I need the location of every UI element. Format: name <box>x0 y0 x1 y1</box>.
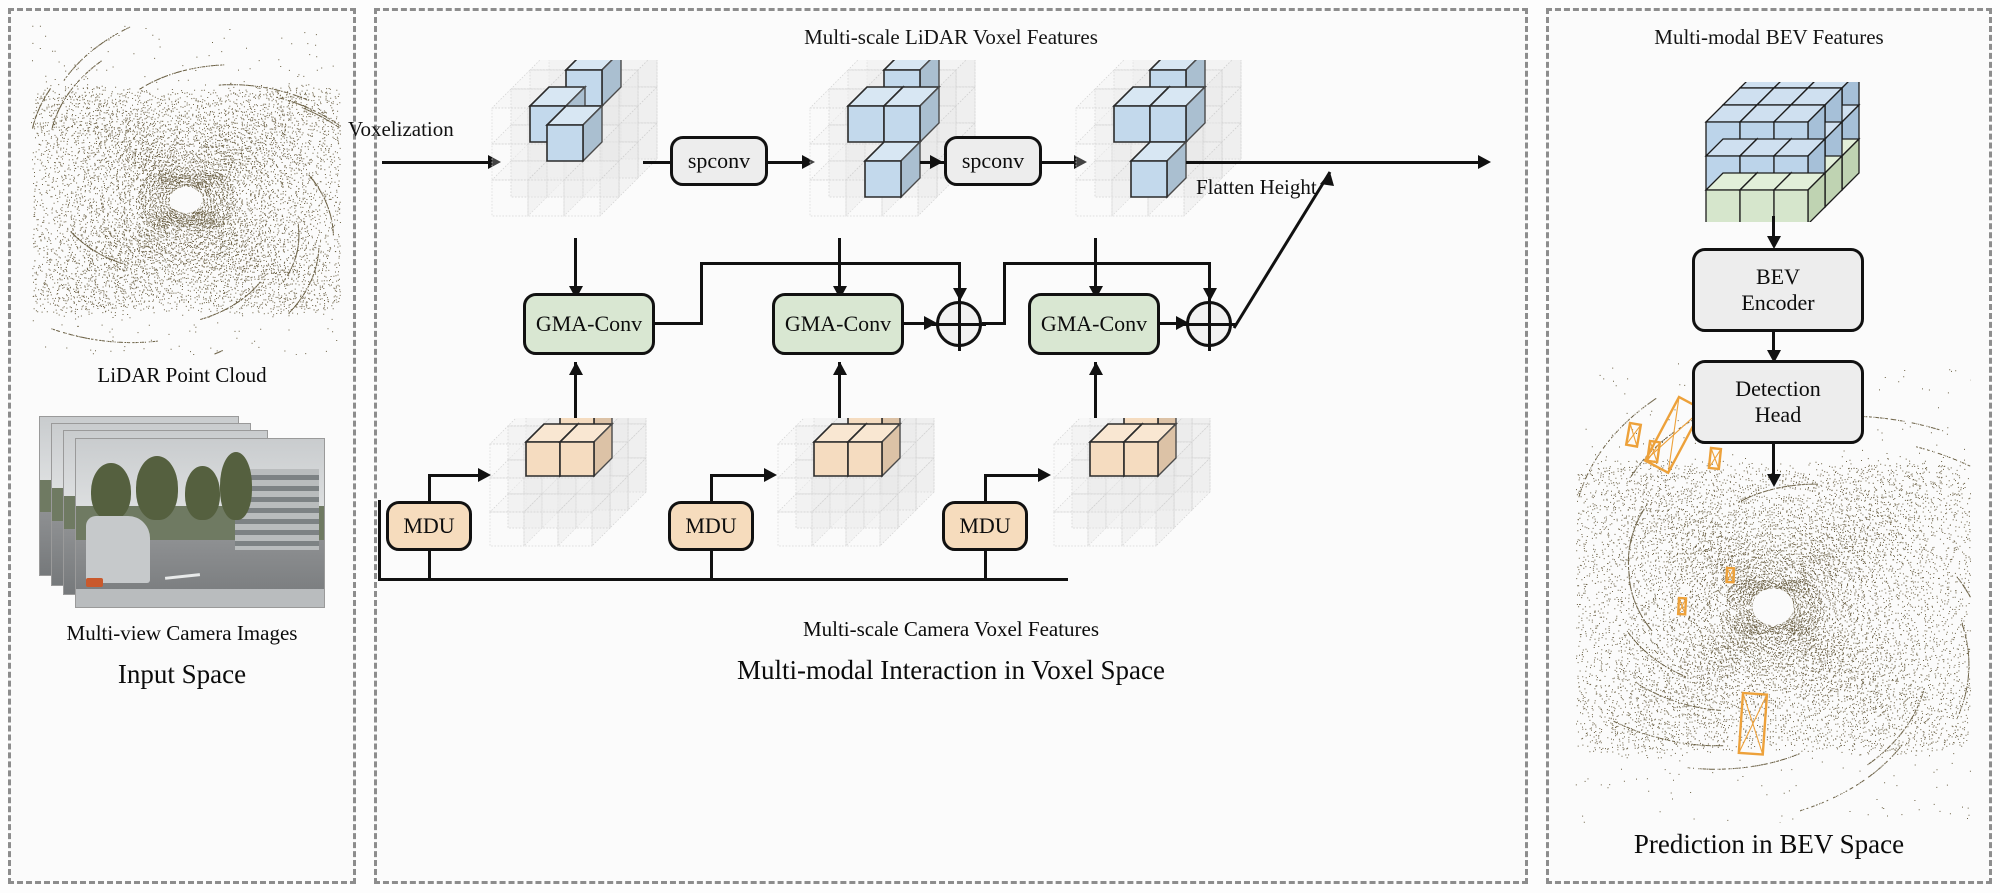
mdu-block-3[interactable]: MDU <box>942 501 1028 551</box>
diagram-canvas: LiDAR Point Cloud Multi-view Camera Imag… <box>0 0 2000 893</box>
camera-images-caption: Multi-view Camera Images <box>66 621 298 645</box>
bev-space-title: Prediction in BEV Space <box>1633 829 1905 859</box>
lidar-voxel-grid-stage3 <box>1075 60 1242 217</box>
gma1-riser <box>700 262 703 325</box>
camgrid2-to-gma2-arrowhead <box>833 362 847 375</box>
lidar-point-cloud-image <box>31 25 341 355</box>
mdu1-bus-drop <box>428 551 431 580</box>
spconv-block-2[interactable]: spconv <box>944 136 1042 186</box>
sum1-riser <box>1003 262 1006 324</box>
mdu1-riser <box>428 474 431 503</box>
lidar-voxel-grid-stage1 <box>491 60 658 217</box>
gma-conv-block-3[interactable]: GMA-Conv <box>1028 293 1160 355</box>
mdu-block-1[interactable]: MDU <box>386 501 472 551</box>
voxelization-arrow-line <box>382 161 490 164</box>
voxelization-label: Voxelization <box>348 117 454 141</box>
panel-input-space: LiDAR Point Cloud Multi-view Camera Imag… <box>8 8 356 884</box>
bev-panel-title: Multi-modal BEV Features <box>1654 25 1884 49</box>
mdu2-bus-drop <box>710 551 713 580</box>
camera-bus-left-riser <box>378 500 381 580</box>
lidar-point-cloud-caption: LiDAR Point Cloud <box>97 363 267 387</box>
multi-view-camera-stack <box>39 416 329 611</box>
mdu1-out-line <box>428 474 482 477</box>
grid2-to-spconv2-arrowhead <box>930 155 943 169</box>
voxel-space-title: Multi-modal Interaction in Voxel Space <box>737 655 1165 685</box>
gma1-out-line <box>655 322 703 325</box>
mdu3-bus-drop <box>984 551 987 580</box>
detection-head-label-line1: Detection <box>1735 376 1821 402</box>
camera-voxel-features-caption: Multi-scale Camera Voxel Features <box>802 617 1100 641</box>
head-to-prediction-arrowhead <box>1767 474 1781 487</box>
sum1-to-sum2-top <box>1003 262 1211 265</box>
detection-head-block[interactable]: Detection Head <box>1692 360 1864 444</box>
camera-voxel-grid-stage2 <box>777 418 935 547</box>
flatten-height-line <box>1186 161 1480 164</box>
camera-voxel-grid-stage3 <box>1053 418 1211 547</box>
mdu2-arrowhead <box>764 468 777 482</box>
mdu3-arrowhead <box>1038 468 1051 482</box>
mdu2-out-line <box>710 474 768 477</box>
camera-image-front <box>75 438 325 608</box>
camera-bus-line <box>378 578 1068 581</box>
gma1-to-sum1-top <box>700 262 960 265</box>
voxel-panel-title: Multi-scale LiDAR Voxel Features <box>804 25 1098 49</box>
bev-feature-cube <box>1704 82 1861 222</box>
mdu2-riser <box>710 474 713 503</box>
mdu3-out-line <box>984 474 1042 477</box>
spconv1-to-grid2-line <box>768 161 804 164</box>
mdu1-arrowhead <box>478 468 491 482</box>
bev-encoder-label-line1: BEV <box>1756 264 1800 290</box>
camera-voxel-grid-stage1 <box>489 418 647 547</box>
flatten-height-label: Flatten Height <box>1196 175 1317 199</box>
flatten-height-arrowhead <box>1478 155 1491 169</box>
camgrid1-to-gma1-arrowhead <box>569 362 583 375</box>
input-space-title: Input Space <box>117 659 247 689</box>
spconv-block-1[interactable]: spconv <box>670 136 768 186</box>
detection-head-label-line2: Head <box>1754 402 1802 427</box>
sum-operator-1 <box>932 297 986 351</box>
gma-conv-block-1[interactable]: GMA-Conv <box>523 293 655 355</box>
camgrid3-to-gma3-arrowhead <box>1089 362 1103 375</box>
sum-operator-2 <box>1182 297 1236 351</box>
mdu-block-2[interactable]: MDU <box>668 501 754 551</box>
gma-conv-block-2[interactable]: GMA-Conv <box>772 293 904 355</box>
bev-encoder-block[interactable]: BEV Encoder <box>1692 248 1864 332</box>
bev-encoder-label-line2: Encoder <box>1741 290 1815 315</box>
mdu3-riser <box>984 474 987 503</box>
